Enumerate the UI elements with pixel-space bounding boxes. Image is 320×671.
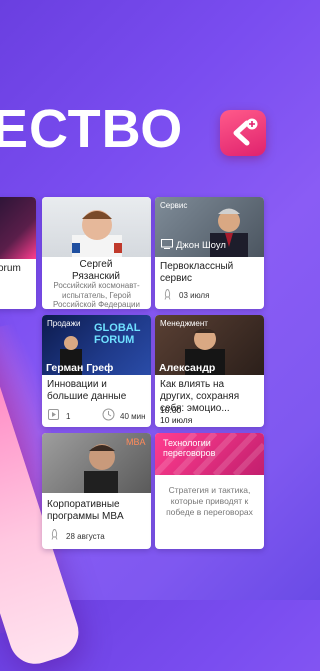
clock-icon — [102, 408, 115, 421]
lesson-card-forum[interactable]: orum — [0, 197, 36, 309]
lesson-card-service[interactable]: Сервис Джон Шоул Первоклассный сервис 03… — [155, 197, 264, 309]
svg-text:FORUM: FORUM — [94, 334, 134, 346]
card-speaker-name: Джон Шоул — [176, 240, 226, 251]
card-date: 28 августа — [66, 532, 105, 541]
screen-icon — [161, 239, 173, 249]
card-thumbnail — [42, 197, 151, 257]
card-title: Корпоративные программы MBA — [47, 499, 124, 522]
card-title: Первоклассный сервис — [160, 261, 234, 284]
lesson-card-influence[interactable]: Менеджмент Александр Фридман Как влиять … — [155, 315, 264, 427]
app-logo — [220, 110, 266, 156]
rocket-icon — [163, 265, 172, 276]
rocket-icon — [51, 529, 58, 540]
card-time: 10:00 — [160, 405, 182, 415]
play-icon — [48, 409, 59, 420]
lesson-card-mba[interactable]: MBA Корпоративные программы MBA 28 авгус… — [42, 433, 151, 549]
rocket-icon — [164, 289, 171, 300]
card-title: orum — [0, 263, 21, 274]
card-duration: 40 мин — [120, 412, 146, 421]
speaker-card-ryazansky[interactable]: Сергей Рязанский Российский космонавт-ис… — [42, 197, 151, 309]
course-card-negotiation[interactable]: Технологии переговоров Стратегия и такти… — [155, 433, 264, 549]
card-category: Продажи — [47, 319, 81, 328]
card-thumbnail — [0, 197, 36, 259]
lesson-card-innovation[interactable]: GLOBAL FORUM Продажи Герман Греф Инновац… — [42, 315, 151, 427]
speaker-description: Российский космонавт-испытатель, Герой Р… — [53, 281, 140, 309]
video-count: 1 — [66, 412, 71, 421]
card-date: 03 июля — [179, 291, 210, 300]
mba-badge: MBA — [126, 437, 146, 447]
svg-text:GLOBAL: GLOBAL — [94, 322, 141, 334]
speaker-name: Сергей Рязанский — [72, 259, 120, 282]
speaker-portrait — [72, 210, 122, 257]
card-title: Инновации и большие данные — [47, 379, 127, 402]
card-category: Менеджмент — [160, 319, 208, 328]
card-category: Сервис — [160, 201, 188, 210]
card-date: 10 июля — [160, 415, 193, 425]
hero-headline: ЕСТВО — [0, 99, 184, 159]
course-description: Стратегия и тактика, которые приводят к … — [166, 485, 253, 517]
card-speaker-name: Герман Греф — [46, 362, 114, 374]
card-header-title: Технологии переговоров — [163, 438, 216, 458]
